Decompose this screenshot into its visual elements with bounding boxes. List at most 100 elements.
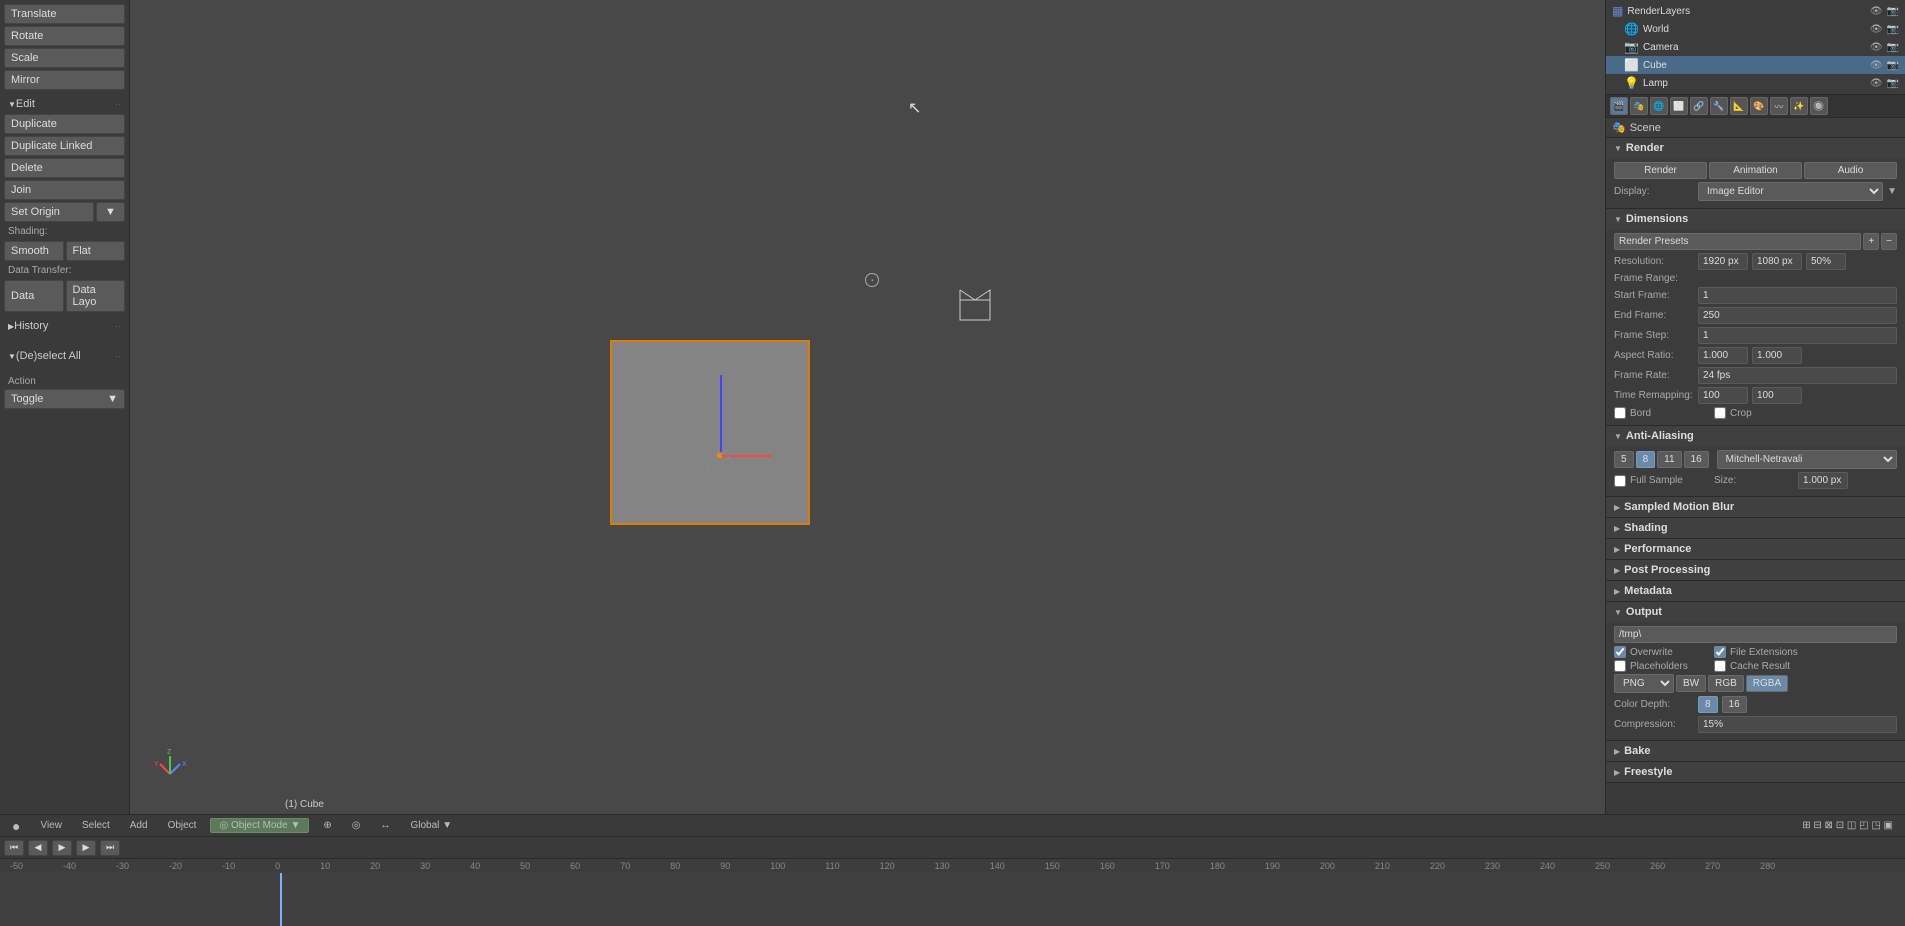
time-remap-new[interactable] (1752, 387, 1802, 404)
world-eye[interactable]: 👁 (1870, 24, 1883, 35)
texture-props-icon[interactable]: 〰 (1770, 97, 1788, 115)
lamp-eye[interactable]: 👁 (1870, 78, 1883, 89)
full-sample-checkbox[interactable] (1614, 475, 1626, 487)
delete-button[interactable]: Delete (4, 158, 125, 178)
transform-button[interactable]: ↔ (375, 819, 397, 832)
post-processing-header[interactable]: Post Processing (1606, 560, 1905, 580)
rotate-button[interactable]: Rotate (4, 26, 125, 46)
view-menu[interactable]: View (34, 819, 68, 832)
viewport[interactable]: X Y Z ↖ (1) Cube (130, 0, 1605, 814)
set-origin-expand[interactable]: ▼ (96, 202, 125, 222)
data-layers-button[interactable]: Data Layo (66, 280, 126, 312)
presets-plus[interactable]: + (1863, 233, 1879, 250)
scale-button[interactable]: Scale (4, 48, 125, 68)
placeholders-checkbox[interactable] (1614, 660, 1626, 672)
camera-eye[interactable]: 👁 (1870, 42, 1883, 53)
crop-checkbox[interactable] (1714, 407, 1726, 419)
outliner-item-cube[interactable]: ⬜ Cube 👁 📷 (1606, 56, 1905, 74)
world-props-icon[interactable]: 🌐 (1650, 97, 1668, 115)
timeline-jump-start[interactable]: ⏮ (4, 840, 24, 856)
render-display-dropdown[interactable]: Image Editor (1698, 182, 1883, 201)
timeline-bar[interactable] (0, 873, 1905, 926)
particle-props-icon[interactable]: ✨ (1790, 97, 1808, 115)
shading-header[interactable]: Shading (1606, 518, 1905, 538)
overwrite-checkbox[interactable] (1614, 646, 1626, 658)
depth-8-btn[interactable]: 8 (1698, 696, 1718, 713)
outliner-item-camera[interactable]: 📷 Camera 👁 📷 (1606, 38, 1905, 56)
outliner-item-renderlayers[interactable]: ▦ RenderLayers 👁 📷 (1606, 2, 1905, 20)
constraint-props-icon[interactable]: 🔗 (1690, 97, 1708, 115)
cache-result-checkbox[interactable] (1714, 660, 1726, 672)
render-header[interactable]: Render (1606, 138, 1905, 158)
mode-selector[interactable]: ◎ Object Mode ▼ (210, 818, 309, 833)
object-menu[interactable]: Object (162, 819, 203, 832)
file-ext-checkbox[interactable] (1714, 646, 1726, 658)
end-frame-input[interactable] (1698, 307, 1897, 324)
data-props-icon[interactable]: 📐 (1730, 97, 1748, 115)
aa-5-btn[interactable]: 5 (1614, 451, 1634, 468)
toggle-dropdown[interactable]: Toggle ▼ (4, 389, 125, 409)
aspect-y-input[interactable] (1752, 347, 1802, 364)
depth-16-btn[interactable]: 16 (1722, 696, 1747, 713)
lamp-render[interactable]: 📷 (1887, 78, 1899, 89)
timeline-prev-frame[interactable]: ◀ (28, 840, 48, 856)
format-dropdown[interactable]: PNG (1614, 674, 1674, 693)
timeline-next-frame[interactable]: ▶ (76, 840, 96, 856)
aa-16-btn[interactable]: 16 (1684, 451, 1709, 468)
physics-props-icon[interactable]: 🔘 (1810, 97, 1828, 115)
smooth-button[interactable]: Smooth (4, 241, 64, 261)
pivot-button[interactable]: ◎ (346, 819, 367, 832)
frame-step-input[interactable] (1698, 327, 1897, 344)
metadata-header[interactable]: Metadata (1606, 581, 1905, 601)
data-button[interactable]: Data (4, 280, 64, 312)
global-selector[interactable]: Global ▼ (405, 819, 459, 832)
frame-rate-input[interactable] (1698, 367, 1897, 384)
res-percent-input[interactable] (1806, 253, 1846, 270)
mirror-button[interactable]: Mirror (4, 70, 125, 90)
camera-render[interactable]: 📷 (1887, 42, 1899, 53)
aa-filter-dropdown[interactable]: Mitchell-Netravali (1717, 450, 1897, 469)
bw-btn[interactable]: BW (1676, 675, 1706, 692)
cube-eye[interactable]: 👁 (1870, 60, 1883, 71)
timeline-play[interactable]: ▶ (52, 840, 72, 856)
outliner-item-lamp[interactable]: 💡 Lamp 👁 📷 (1606, 74, 1905, 92)
flat-button[interactable]: Flat (66, 241, 126, 261)
material-props-icon[interactable]: 🎨 (1750, 97, 1768, 115)
bake-header[interactable]: Bake (1606, 741, 1905, 761)
render-animation-btn[interactable]: Animation (1709, 162, 1802, 179)
size-input[interactable] (1798, 472, 1848, 489)
outliner-item-world[interactable]: 🌐 World 👁 📷 (1606, 20, 1905, 38)
aa-11-btn[interactable]: 11 (1657, 451, 1681, 468)
aspect-x-input[interactable] (1698, 347, 1748, 364)
render-props-icon[interactable]: 🎬 (1610, 97, 1628, 115)
timeline-jump-end[interactable]: ⏭ (100, 840, 120, 856)
render-presets-input[interactable] (1614, 233, 1861, 250)
res-y-input[interactable] (1752, 253, 1802, 270)
aa-8-btn[interactable]: 8 (1636, 451, 1656, 468)
bord-checkbox[interactable] (1614, 407, 1626, 419)
performance-header[interactable]: Performance (1606, 539, 1905, 559)
rgba-btn[interactable]: RGBA (1746, 675, 1788, 692)
time-remap-old[interactable] (1698, 387, 1748, 404)
world-render[interactable]: 📷 (1887, 24, 1899, 35)
set-origin-button[interactable]: Set Origin (4, 202, 94, 222)
freestyle-header[interactable]: Freestyle (1606, 762, 1905, 782)
antialiasing-header[interactable]: Anti-Aliasing (1606, 426, 1905, 446)
duplicate-button[interactable]: Duplicate (4, 114, 125, 134)
select-menu[interactable]: Select (76, 819, 116, 832)
start-frame-input[interactable] (1698, 287, 1897, 304)
render-render-btn[interactable]: Render (1614, 162, 1707, 179)
snap-button[interactable]: ⊕ (317, 819, 337, 832)
scene-props-icon[interactable]: 🎭 (1630, 97, 1648, 115)
object-props-icon[interactable]: ⬜ (1670, 97, 1688, 115)
dimensions-header[interactable]: Dimensions (1606, 209, 1905, 229)
compression-input[interactable] (1698, 716, 1897, 733)
status-icon[interactable]: ● (6, 817, 26, 835)
output-path-input[interactable] (1614, 626, 1897, 643)
modifier-props-icon[interactable]: 🔧 (1710, 97, 1728, 115)
sampled-mb-header[interactable]: Sampled Motion Blur (1606, 497, 1905, 517)
res-x-input[interactable] (1698, 253, 1748, 270)
translate-button[interactable]: Translate (4, 4, 125, 24)
renderlayers-restrict[interactable]: 👁 (1870, 6, 1883, 17)
output-header[interactable]: Output (1606, 602, 1905, 622)
